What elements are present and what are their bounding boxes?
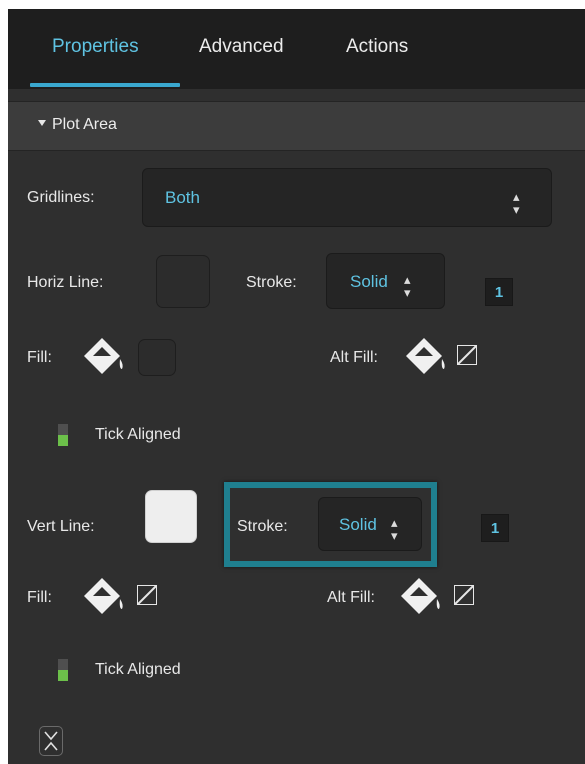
horiz-stroke-select[interactable]: Solid ▴ ▾ — [326, 253, 445, 309]
gridlines-select[interactable]: Both ▴ ▾ — [142, 168, 552, 227]
vert-stroke-select[interactable]: Solid ▴ ▾ — [318, 497, 422, 551]
vert-tick-aligned-label: Tick Aligned — [95, 661, 181, 678]
section-header-plot-area[interactable]: Plot Area — [8, 101, 585, 151]
section-title: Plot Area — [52, 116, 117, 133]
horiz-stroke-label: Stroke: — [246, 274, 297, 291]
updown-arrows-icon: ▴ ▾ — [404, 272, 411, 300]
horiz-tick-aligned-label: Tick Aligned — [95, 426, 181, 443]
vert-alt-fill-label: Alt Fill: — [327, 589, 375, 606]
horiz-stroke-width-input[interactable]: 1 — [485, 278, 513, 306]
horiz-line-color-swatch[interactable] — [156, 255, 210, 308]
horiz-tick-aligned-toggle[interactable] — [58, 424, 68, 446]
vert-stroke-width-input[interactable]: 1 — [481, 514, 509, 542]
horiz-line-label: Horiz Line: — [27, 274, 104, 291]
toggle-on-indicator — [58, 670, 68, 681]
collapse-button[interactable] — [39, 726, 63, 756]
triangle-down-icon — [38, 120, 46, 126]
vert-stroke-width-value: 1 — [490, 520, 500, 537]
toggle-on-indicator — [58, 435, 68, 446]
tab-actions[interactable]: Actions — [346, 36, 408, 58]
horiz-stroke-width-value: 1 — [494, 284, 504, 301]
no-fill-icon[interactable] — [454, 585, 474, 605]
horiz-alt-fill-label: Alt Fill: — [330, 349, 378, 366]
tab-properties[interactable]: Properties — [52, 36, 139, 58]
paint-bucket-icon[interactable] — [397, 575, 449, 617]
paint-bucket-icon[interactable] — [402, 335, 454, 377]
updown-arrows-icon: ▴ ▾ — [513, 189, 520, 217]
no-fill-icon[interactable] — [457, 345, 477, 365]
tab-advanced[interactable]: Advanced — [199, 36, 284, 58]
active-tab-indicator — [30, 83, 180, 87]
no-fill-icon[interactable] — [137, 585, 157, 605]
vert-line-color-swatch[interactable] — [145, 490, 197, 543]
gridlines-value: Both — [165, 188, 200, 207]
horiz-fill-color-swatch[interactable] — [138, 339, 176, 376]
tab-bar: Properties Advanced Actions — [8, 9, 585, 89]
vert-tick-aligned-toggle[interactable] — [58, 659, 68, 681]
updown-arrows-icon: ▴ ▾ — [391, 515, 398, 543]
vert-stroke-value: Solid — [339, 515, 377, 534]
paint-bucket-icon[interactable] — [80, 335, 132, 377]
vert-stroke-label: Stroke: — [237, 518, 288, 535]
horiz-stroke-value: Solid — [350, 272, 388, 291]
collapse-icon — [44, 731, 58, 751]
vert-fill-label: Fill: — [27, 589, 52, 606]
vert-line-label: Vert Line: — [27, 518, 95, 535]
horiz-fill-label: Fill: — [27, 349, 52, 366]
properties-panel: Properties Advanced Actions Plot Area Gr… — [8, 9, 585, 764]
gridlines-label: Gridlines: — [27, 189, 95, 206]
paint-bucket-icon[interactable] — [80, 575, 132, 617]
